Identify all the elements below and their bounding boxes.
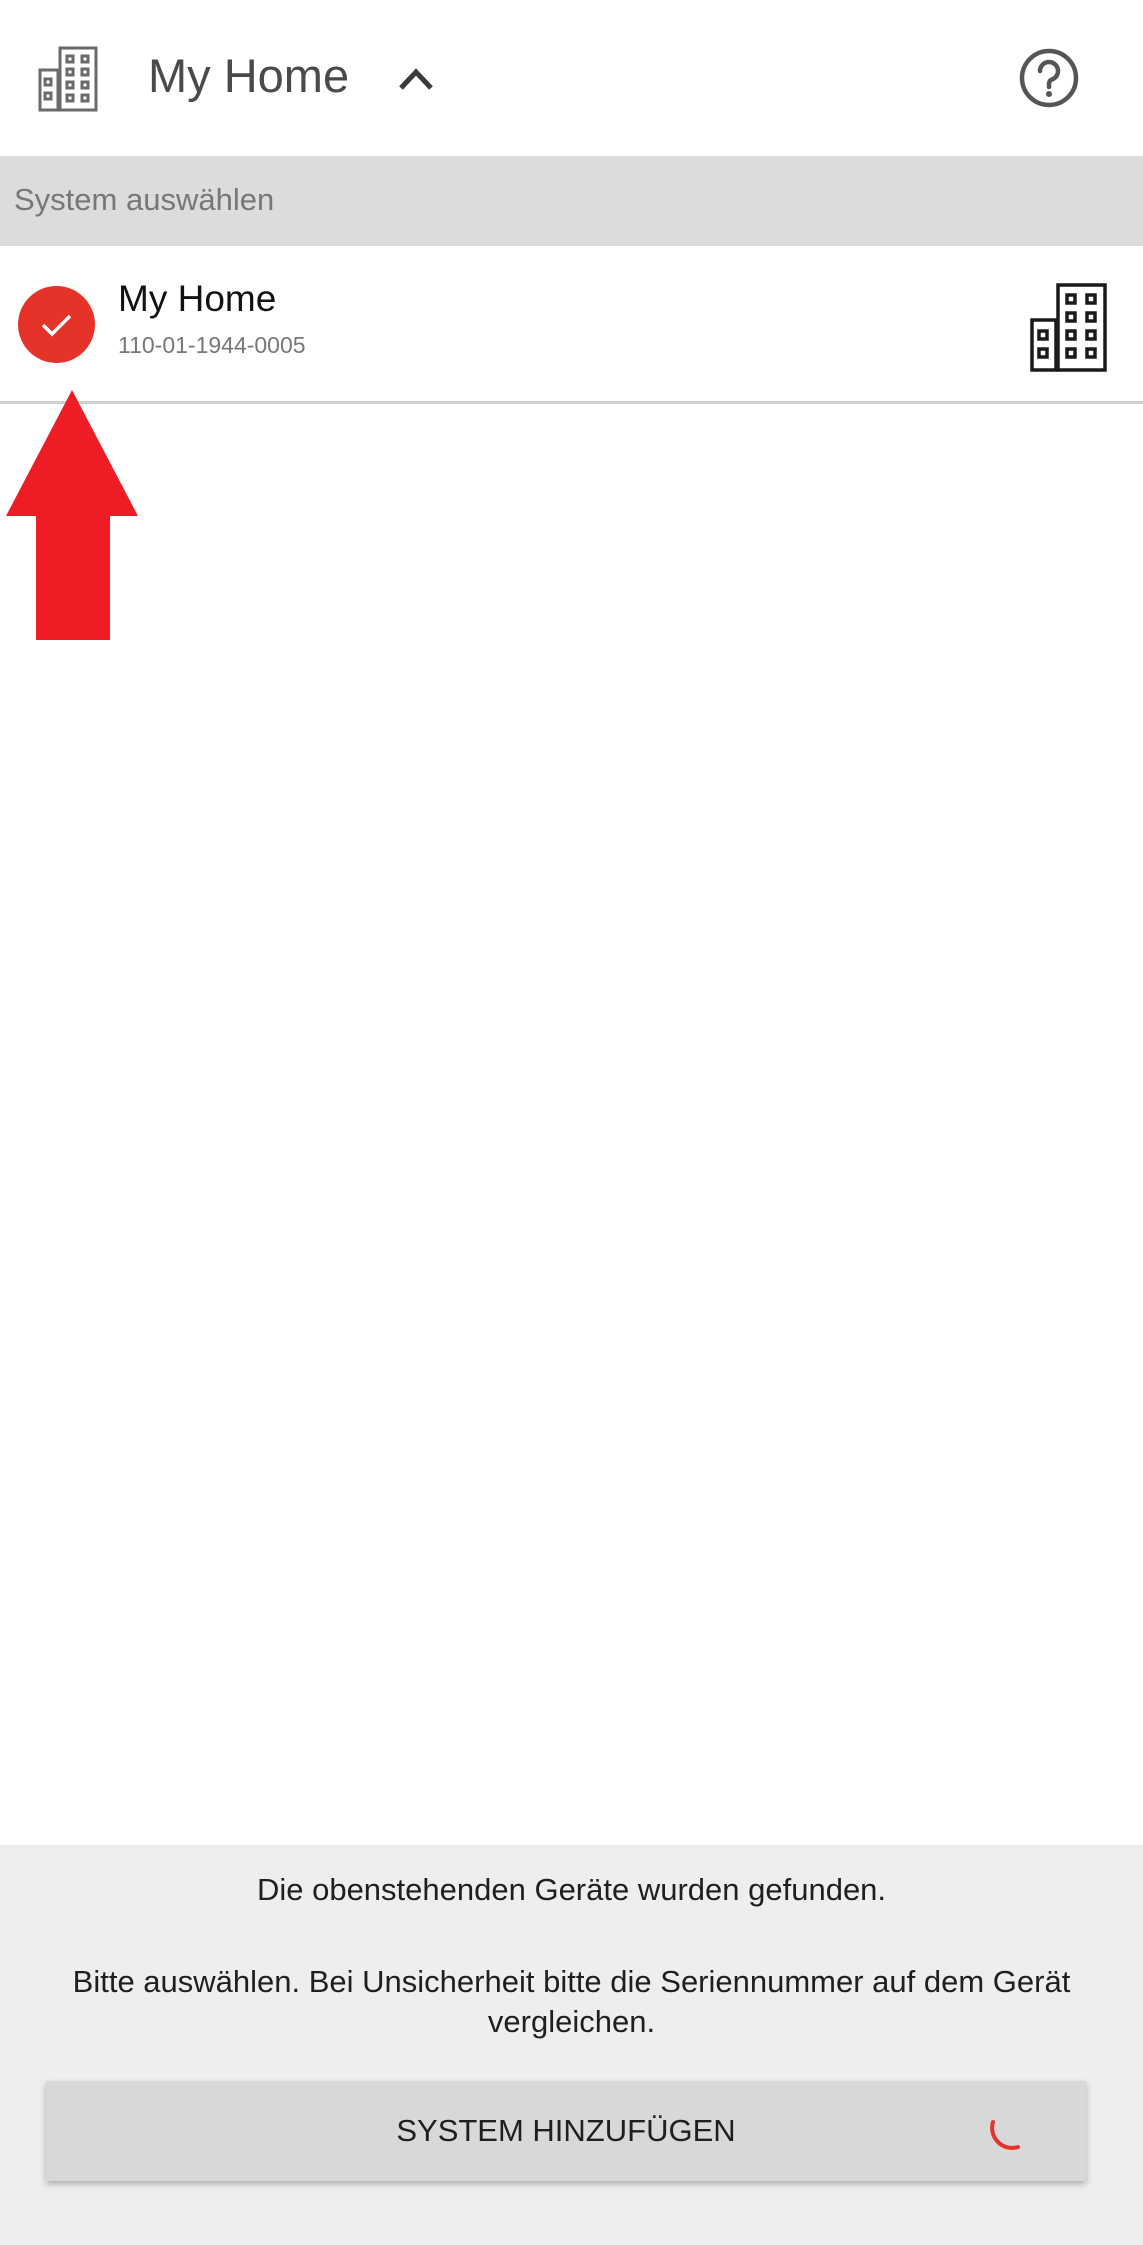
section-header: System auswählen xyxy=(0,156,1143,246)
footer-panel: Die obenstehenden Geräte wurden gefunden… xyxy=(0,1845,1143,2245)
system-name: My Home xyxy=(118,278,277,319)
section-title: System auswählen xyxy=(14,182,275,217)
add-system-button-label: SYSTEM HINZUFÜGEN xyxy=(396,2113,736,2148)
add-system-button[interactable]: SYSTEM HINZUFÜGEN xyxy=(46,2081,1086,2181)
app-bar: My Home xyxy=(0,0,1143,156)
selected-check-icon[interactable] xyxy=(18,286,95,363)
loading-spinner-icon xyxy=(986,2101,1046,2161)
system-list-item[interactable]: My Home 110-01-1944-0005 xyxy=(0,246,1143,404)
building-icon xyxy=(1030,282,1108,372)
page-title[interactable]: My Home xyxy=(148,46,349,106)
building-icon[interactable] xyxy=(38,44,100,112)
annotation-arrow-up-icon xyxy=(4,390,140,640)
select-instruction-message: Bitte auswählen. Bei Unsicherheit bitte … xyxy=(72,1964,1071,2039)
system-serial-number: 110-01-1944-0005 xyxy=(118,332,306,358)
help-circle-icon[interactable] xyxy=(1018,47,1080,109)
chevron-up-icon[interactable] xyxy=(396,60,436,96)
devices-found-message: Die obenstehenden Geräte wurden gefunden… xyxy=(256,1872,887,1907)
